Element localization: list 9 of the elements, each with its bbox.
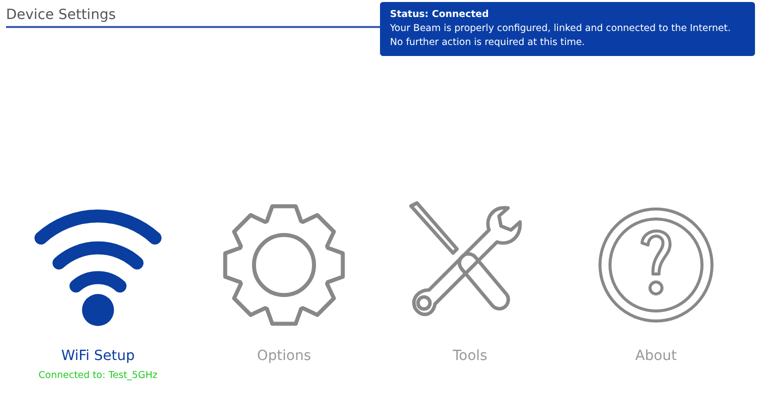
tile-label[interactable]: Options bbox=[256, 348, 312, 364]
page-title: Device Settings bbox=[6, 7, 116, 23]
tile-label[interactable]: Tools bbox=[452, 348, 488, 364]
status-message: No further action is required at this time. bbox=[390, 36, 586, 50]
connection-status: Connected to: Test_5GHz bbox=[38, 370, 158, 381]
status-title: Status: Connected bbox=[390, 8, 490, 22]
status-message: Your Beam is properly configured, linked and connected to the Internet. bbox=[390, 22, 732, 36]
tile-label[interactable]: WiFi Setup bbox=[61, 348, 135, 364]
tile-label[interactable]: About bbox=[635, 348, 677, 364]
